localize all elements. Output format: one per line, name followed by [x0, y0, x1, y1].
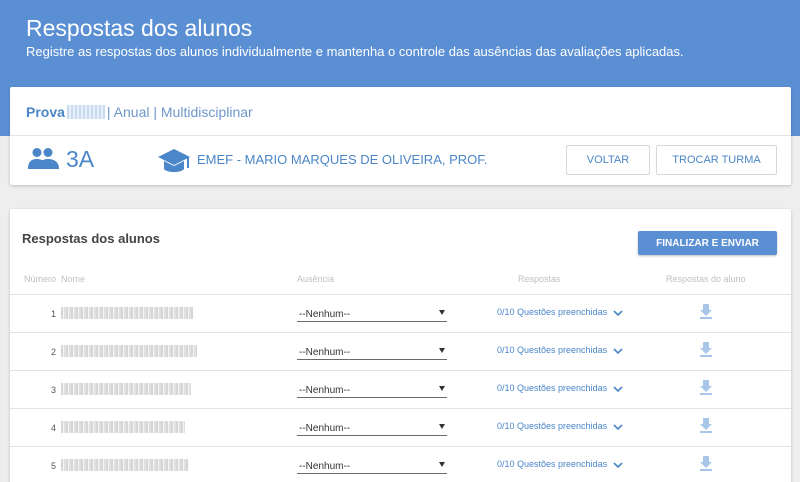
student-name-redacted [61, 345, 197, 357]
caret-down-icon [439, 310, 445, 315]
caret-down-icon [439, 462, 445, 467]
answers-title: Respostas dos alunos [22, 231, 160, 246]
responses-toggle[interactable]: 0/10 Questões preenchidas [497, 345, 607, 355]
row-number: 1 [50, 309, 56, 319]
table-row: 5 --Nenhum-- 0/10 Questões preenchidas [10, 447, 791, 482]
caret-down-icon [439, 424, 445, 429]
row-number: 4 [50, 423, 56, 433]
download-icon[interactable] [699, 418, 713, 434]
school-name: EMEF - MARIO MARQUES DE OLIVEIRA, PROF. [197, 152, 488, 167]
graduation-cap-icon [158, 149, 190, 172]
chevron-down-icon[interactable] [612, 345, 624, 357]
responses-toggle[interactable]: 0/10 Questões preenchidas [497, 421, 607, 431]
page-title: Respostas dos alunos [26, 15, 253, 41]
exam-info-row: Prova | Anual | Multidisciplinar [10, 87, 791, 136]
chevron-down-icon[interactable] [612, 459, 624, 471]
responses-toggle[interactable]: 0/10 Questões preenchidas [497, 459, 607, 469]
student-name-redacted [61, 421, 185, 433]
table-row: 4 --Nenhum-- 0/10 Questões preenchidas [10, 409, 791, 447]
column-header-number: Número [24, 274, 57, 284]
responses-toggle[interactable]: 0/10 Questões preenchidas [497, 383, 607, 393]
download-icon[interactable] [699, 342, 713, 358]
column-header-responses: Respostas [518, 274, 561, 284]
student-answers-card: Respostas dos alunos FINALIZAR E ENVIAR … [10, 209, 791, 482]
column-header-name: Nome [61, 274, 86, 284]
responses-toggle[interactable]: 0/10 Questões preenchidas [497, 307, 607, 317]
chevron-down-icon[interactable] [612, 421, 624, 433]
column-header-absence: Ausência [297, 274, 335, 284]
row-number: 3 [50, 385, 56, 395]
exam-title: Prova | Anual | Multidisciplinar [26, 104, 253, 120]
absence-value: --Nenhum-- [299, 347, 351, 358]
absence-select[interactable]: --Nenhum-- [297, 458, 447, 474]
absence-select[interactable]: --Nenhum-- [297, 382, 447, 398]
page-subtitle: Registre as respostas dos alunos individ… [26, 44, 684, 59]
chevron-down-icon[interactable] [612, 307, 624, 319]
download-icon[interactable] [699, 456, 713, 472]
student-name-redacted [61, 307, 193, 319]
class-info-card: Prova | Anual | Multidisciplinar 3A EMEF … [10, 87, 791, 185]
table-row: 2 --Nenhum-- 0/10 Questões preenchidas [10, 333, 791, 371]
download-icon[interactable] [699, 304, 713, 320]
column-header-student-responses: Respostas do aluno [666, 274, 746, 284]
finalize-send-button[interactable]: FINALIZAR E ENVIAR [638, 231, 777, 255]
absence-select[interactable]: --Nenhum-- [297, 420, 447, 436]
exam-prefix: Prova [26, 104, 65, 120]
caret-down-icon [439, 386, 445, 391]
back-button[interactable]: VOLTAR [566, 145, 650, 175]
absence-value: --Nenhum-- [299, 385, 351, 396]
chevron-down-icon[interactable] [612, 383, 624, 395]
absence-value: --Nenhum-- [299, 309, 351, 320]
absence-select[interactable]: --Nenhum-- [297, 344, 447, 360]
class-name: 3A [66, 146, 95, 172]
change-class-button[interactable]: TROCAR TURMA [656, 145, 777, 175]
student-name-redacted [61, 383, 191, 395]
table-row: 1 --Nenhum-- 0/10 Questões preenchidas [10, 295, 791, 333]
caret-down-icon [439, 348, 445, 353]
table-row: 3 --Nenhum-- 0/10 Questões preenchidas [10, 371, 791, 409]
row-number: 2 [50, 347, 56, 357]
student-name-redacted [61, 459, 189, 471]
download-icon[interactable] [699, 380, 713, 396]
row-number: 5 [50, 461, 56, 471]
absence-value: --Nenhum-- [299, 423, 351, 434]
absence-value: --Nenhum-- [299, 461, 351, 472]
group-icon [28, 148, 59, 169]
absence-select[interactable]: --Nenhum-- [297, 306, 447, 322]
exam-name-redacted [66, 105, 105, 119]
exam-suffix: | Anual | Multidisciplinar [106, 104, 253, 120]
